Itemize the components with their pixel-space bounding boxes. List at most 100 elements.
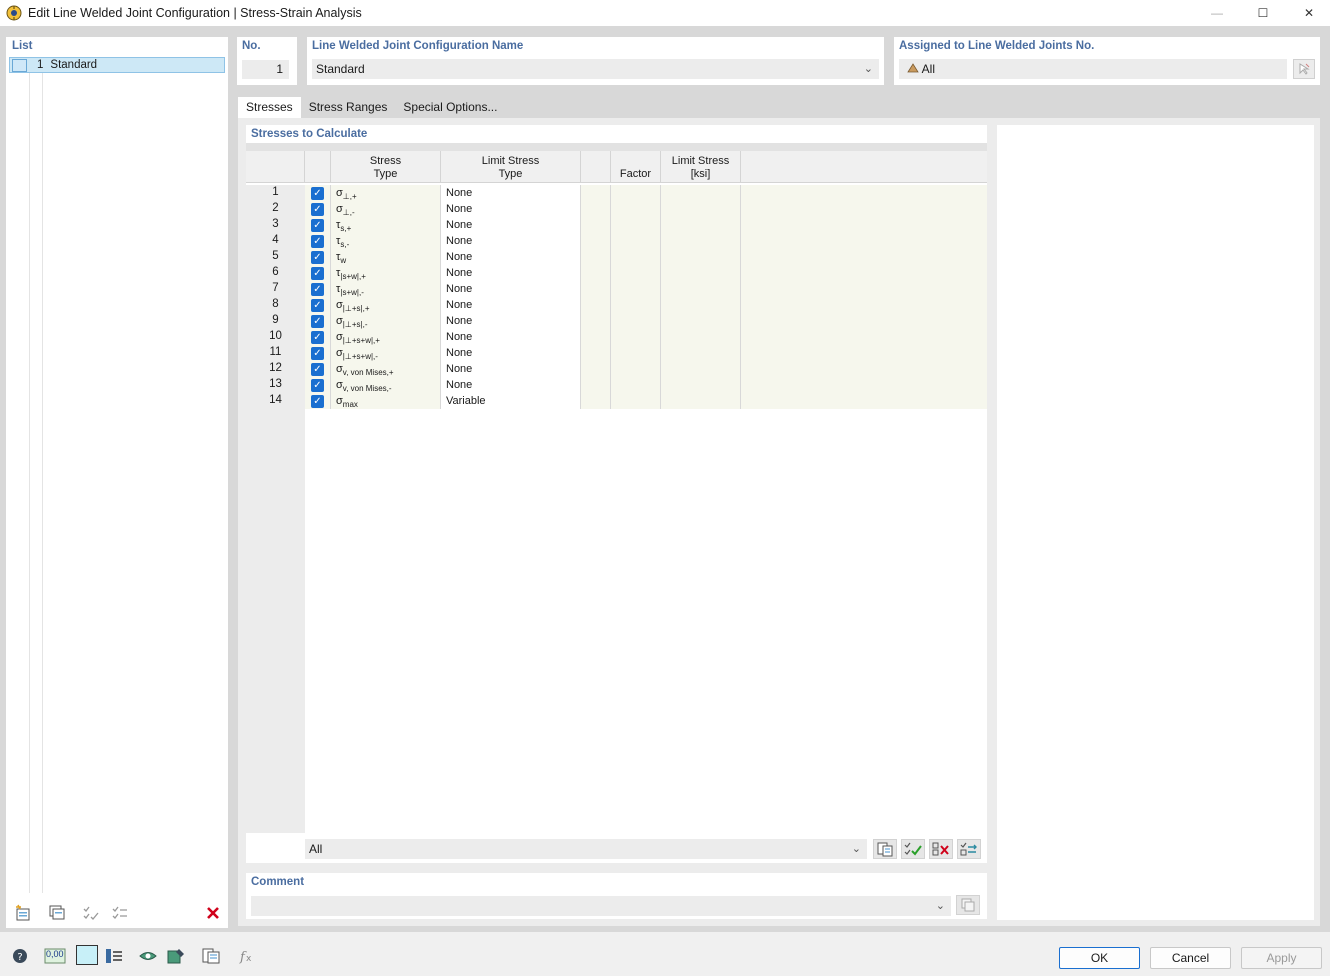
limit-stress-cell[interactable] (661, 393, 741, 409)
maximize-button[interactable]: ☐ (1240, 0, 1286, 26)
limit-stress-cell[interactable] (661, 217, 741, 233)
limit-stress-cell[interactable] (661, 377, 741, 393)
stress-type-cell[interactable]: σ|⊥+s+w|,- (331, 345, 441, 361)
limit-type-cell[interactable]: None (441, 185, 581, 201)
invert-selection-button[interactable] (957, 839, 981, 859)
table-row[interactable]: 8 ✓ σ|⊥+s|,+ None (246, 297, 987, 313)
limit-stress-cell[interactable] (661, 313, 741, 329)
factor-cell[interactable] (611, 329, 661, 345)
stress-checkbox[interactable]: ✓ (311, 379, 324, 392)
uncheck-all-stresses-button[interactable] (929, 839, 953, 859)
table-row[interactable]: 7 ✓ τ|s+w|,- None (246, 281, 987, 297)
help-button[interactable]: ? (8, 945, 32, 967)
stress-checkbox[interactable]: ✓ (311, 315, 324, 328)
select-from-list-button[interactable] (873, 839, 897, 859)
limit-type-cell[interactable]: None (441, 297, 581, 313)
stress-type-cell[interactable]: σ|⊥+s|,- (331, 313, 441, 329)
export-table-button[interactable] (199, 945, 223, 967)
stress-type-cell[interactable]: τ|s+w|,- (331, 281, 441, 297)
stress-checkbox[interactable]: ✓ (311, 347, 324, 360)
stress-type-cell[interactable]: σv, von Mises,+ (331, 361, 441, 377)
limit-stress-cell[interactable] (661, 249, 741, 265)
stress-checkbox[interactable]: ✓ (311, 267, 324, 280)
limit-type-cell[interactable]: Variable (441, 393, 581, 409)
factor-cell[interactable] (611, 281, 661, 297)
stress-checkbox[interactable]: ✓ (311, 251, 324, 264)
toggle-check-button[interactable] (109, 903, 131, 923)
table-row[interactable]: 6 ✓ τ|s+w|,+ None (246, 265, 987, 281)
limit-type-cell[interactable]: None (441, 265, 581, 281)
stress-checkbox[interactable]: ✓ (311, 203, 324, 216)
stress-type-cell[interactable]: σ|⊥+s+w|,+ (331, 329, 441, 345)
pick-joints-button[interactable] (1293, 59, 1315, 79)
factor-cell[interactable] (611, 249, 661, 265)
limit-type-cell[interactable]: None (441, 361, 581, 377)
stress-type-cell[interactable]: σmax (331, 393, 441, 409)
table-row[interactable]: 4 ✓ τs,- None (246, 233, 987, 249)
model-settings-button[interactable] (164, 945, 188, 967)
stress-type-cell[interactable]: σ⊥,+ (331, 185, 441, 201)
list-item[interactable]: 1 Standard (9, 57, 225, 73)
table-row[interactable]: 3 ✓ τs,+ None (246, 217, 987, 233)
stress-checkbox[interactable]: ✓ (311, 219, 324, 232)
limit-stress-cell[interactable] (661, 201, 741, 217)
limit-stress-cell[interactable] (661, 361, 741, 377)
new-item-button[interactable] (12, 903, 34, 923)
name-combobox[interactable]: Standard ⌄ (312, 59, 879, 79)
factor-cell[interactable] (611, 377, 661, 393)
factor-cell[interactable] (611, 265, 661, 281)
stress-checkbox[interactable]: ✓ (311, 299, 324, 312)
apply-button[interactable]: Apply (1241, 947, 1322, 969)
factor-cell[interactable] (611, 345, 661, 361)
assigned-field[interactable]: All (899, 59, 1287, 79)
factor-cell[interactable] (611, 393, 661, 409)
stress-type-cell[interactable]: σ|⊥+s|,+ (331, 297, 441, 313)
cancel-button[interactable]: Cancel (1150, 947, 1231, 969)
check-all-button[interactable] (80, 903, 102, 923)
stress-checkbox[interactable]: ✓ (311, 395, 324, 408)
comment-field[interactable]: ⌄ (251, 896, 951, 916)
tab-stresses[interactable]: Stresses (238, 97, 301, 118)
factor-cell[interactable] (611, 313, 661, 329)
table-row[interactable]: 14 ✓ σmax Variable (246, 393, 987, 409)
units-button[interactable]: 0,00 (42, 945, 68, 967)
limit-type-cell[interactable]: None (441, 329, 581, 345)
table-row[interactable]: 5 ✓ τw None (246, 249, 987, 265)
table-row[interactable]: 12 ✓ σv, von Mises,+ None (246, 361, 987, 377)
minimize-button[interactable]: — (1194, 0, 1240, 26)
stress-checkbox[interactable]: ✓ (311, 331, 324, 344)
comment-library-button[interactable] (956, 895, 980, 915)
close-button[interactable]: ✕ (1286, 0, 1330, 26)
factor-cell[interactable] (611, 233, 661, 249)
stress-type-cell[interactable]: τw (331, 249, 441, 265)
stress-checkbox[interactable]: ✓ (311, 187, 324, 200)
factor-cell[interactable] (611, 217, 661, 233)
ok-button[interactable]: OK (1059, 947, 1140, 969)
color-button[interactable] (76, 945, 98, 965)
limit-type-cell[interactable]: None (441, 281, 581, 297)
limit-type-cell[interactable]: None (441, 233, 581, 249)
limit-stress-cell[interactable] (661, 185, 741, 201)
table-row[interactable]: 10 ✓ σ|⊥+s+w|,+ None (246, 329, 987, 345)
table-row[interactable]: 13 ✓ σv, von Mises,- None (246, 377, 987, 393)
view-button[interactable] (136, 945, 160, 967)
table-row[interactable]: 2 ✓ σ⊥,- None (246, 201, 987, 217)
formula-button[interactable]: f x (234, 945, 258, 967)
tab-stress-ranges[interactable]: Stress Ranges (300, 97, 396, 118)
limit-type-cell[interactable]: None (441, 377, 581, 393)
stress-type-cell[interactable]: σv, von Mises,- (331, 377, 441, 393)
delete-item-button[interactable] (202, 903, 224, 923)
tab-special-options[interactable]: Special Options... (395, 97, 506, 118)
limit-type-cell[interactable]: None (441, 345, 581, 361)
factor-cell[interactable] (611, 185, 661, 201)
stress-type-cell[interactable]: τ|s+w|,+ (331, 265, 441, 281)
table-row[interactable]: 1 ✓ σ⊥,+ None (246, 185, 987, 201)
filter-combobox[interactable]: All ⌄ (305, 839, 867, 859)
display-properties-button[interactable] (102, 945, 126, 967)
table-row[interactable]: 9 ✓ σ|⊥+s|,- None (246, 313, 987, 329)
table-row[interactable]: 11 ✓ σ|⊥+s+w|,- None (246, 345, 987, 361)
limit-stress-cell[interactable] (661, 345, 741, 361)
factor-cell[interactable] (611, 361, 661, 377)
stress-type-cell[interactable]: τs,+ (331, 217, 441, 233)
limit-stress-cell[interactable] (661, 281, 741, 297)
